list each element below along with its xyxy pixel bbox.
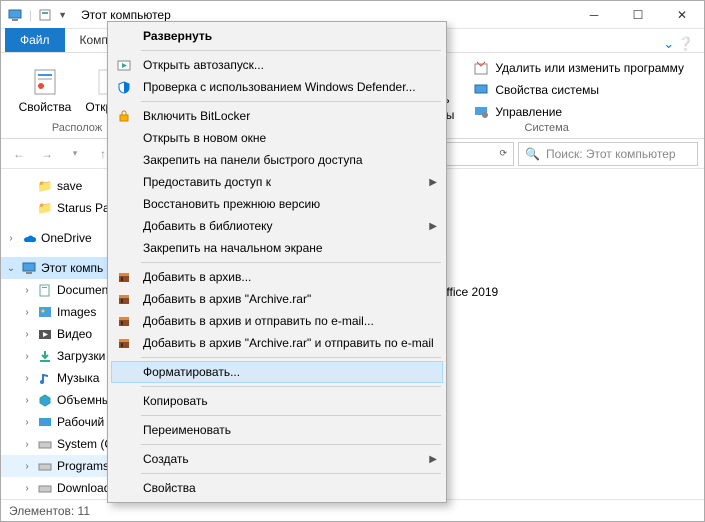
ctx-create[interactable]: Создать▶ <box>111 448 443 470</box>
shield-icon <box>113 78 135 96</box>
downloads-icon <box>37 348 53 364</box>
status-count: Элементов: 11 <box>9 504 90 518</box>
images-icon <box>37 304 53 320</box>
qat-properties-icon[interactable] <box>38 8 52 22</box>
properties-button[interactable]: Свойства <box>17 66 73 114</box>
ctx-format[interactable]: Форматировать... <box>111 361 443 383</box>
nav-forward-button[interactable]: → <box>35 142 59 166</box>
ctx-archive-1[interactable]: Добавить в архив... <box>111 266 443 288</box>
desktop-icon <box>37 414 53 430</box>
search-box[interactable]: 🔍 Поиск: Этот компьютер <box>518 142 698 166</box>
tab-file[interactable]: Файл <box>5 28 65 52</box>
ctx-archive-3[interactable]: Добавить в архив и отправить по e-mail..… <box>111 310 443 332</box>
ctx-properties[interactable]: Свойства <box>111 477 443 499</box>
drive-icon <box>37 436 53 452</box>
ctx-restore[interactable]: Восстановить прежнюю версию <box>111 193 443 215</box>
uninstall-button[interactable]: Удалить или изменить программу <box>469 58 688 78</box>
ctx-newwindow[interactable]: Открыть в новом окне <box>111 127 443 149</box>
ctx-library[interactable]: Добавить в библиотеку▶ <box>111 215 443 237</box>
search-icon: 🔍 <box>525 147 540 161</box>
thispc-icon <box>7 7 23 23</box>
properties-icon <box>29 66 61 98</box>
winrar-icon <box>113 268 135 286</box>
autoplay-icon <box>113 56 135 74</box>
winrar-icon <box>113 290 135 308</box>
ctx-archive-4[interactable]: Добавить в архив "Archive.rar" и отправи… <box>111 332 443 354</box>
close-button[interactable]: ✕ <box>660 1 704 29</box>
group-location-label: Располож <box>52 122 102 134</box>
lock-icon <box>113 107 135 125</box>
ribbon-help-icon[interactable]: ⌄ ❔ <box>663 36 694 52</box>
folder-icon: 📁 <box>37 178 53 194</box>
ctx-copy[interactable]: Копировать <box>111 390 443 412</box>
ctx-defender[interactable]: Проверка с использованием Windows Defend… <box>111 76 443 98</box>
manage-button[interactable]: Управление <box>469 102 688 122</box>
video-icon <box>37 326 53 342</box>
context-menu: Развернуть Открыть автозапуск... Проверк… <box>107 21 447 503</box>
properties-label: Свойства <box>19 100 72 114</box>
ctx-expand[interactable]: Развернуть <box>111 25 443 47</box>
winrar-icon <box>113 312 135 330</box>
drive-icon <box>37 480 53 496</box>
nav-back-button[interactable]: ← <box>7 142 31 166</box>
documents-icon <box>37 282 53 298</box>
minimize-button[interactable]: ─ <box>572 1 616 29</box>
thispc-icon <box>21 260 37 276</box>
uninstall-icon <box>473 60 489 76</box>
music-icon <box>37 370 53 386</box>
ctx-share[interactable]: Предоставить доступ к▶ <box>111 171 443 193</box>
window-title: Этот компьютер <box>81 8 171 22</box>
ctx-pin-quick[interactable]: Закрепить на панели быстрого доступа <box>111 149 443 171</box>
folder-icon: 📁 <box>37 200 53 216</box>
manage-icon <box>473 104 489 120</box>
winrar-icon <box>113 334 135 352</box>
ctx-bitlocker[interactable]: Включить BitLocker <box>111 105 443 127</box>
ctx-rename[interactable]: Переименовать <box>111 419 443 441</box>
refresh-icon[interactable]: ⟳ <box>499 148 507 159</box>
3d-icon <box>37 392 53 408</box>
chevron-right-icon: ▶ <box>429 454 437 465</box>
system-properties-button[interactable]: Свойства системы <box>469 80 688 100</box>
ctx-pin-start[interactable]: Закрепить на начальном экране <box>111 237 443 259</box>
nav-recent-button[interactable]: ▾ <box>63 142 87 166</box>
chevron-right-icon: ▶ <box>429 177 437 188</box>
group-system-label: Система <box>525 122 569 134</box>
qat-dropdown-icon[interactable]: ▼ <box>58 10 67 20</box>
maximize-button[interactable]: ☐ <box>616 1 660 29</box>
qat-sep: | <box>29 8 32 22</box>
chevron-right-icon: ▶ <box>429 221 437 232</box>
system-properties-icon <box>473 82 489 98</box>
drive-icon <box>37 458 53 474</box>
ctx-archive-2[interactable]: Добавить в архив "Archive.rar" <box>111 288 443 310</box>
onedrive-icon <box>21 230 37 246</box>
ctx-autoplay[interactable]: Открыть автозапуск... <box>111 54 443 76</box>
